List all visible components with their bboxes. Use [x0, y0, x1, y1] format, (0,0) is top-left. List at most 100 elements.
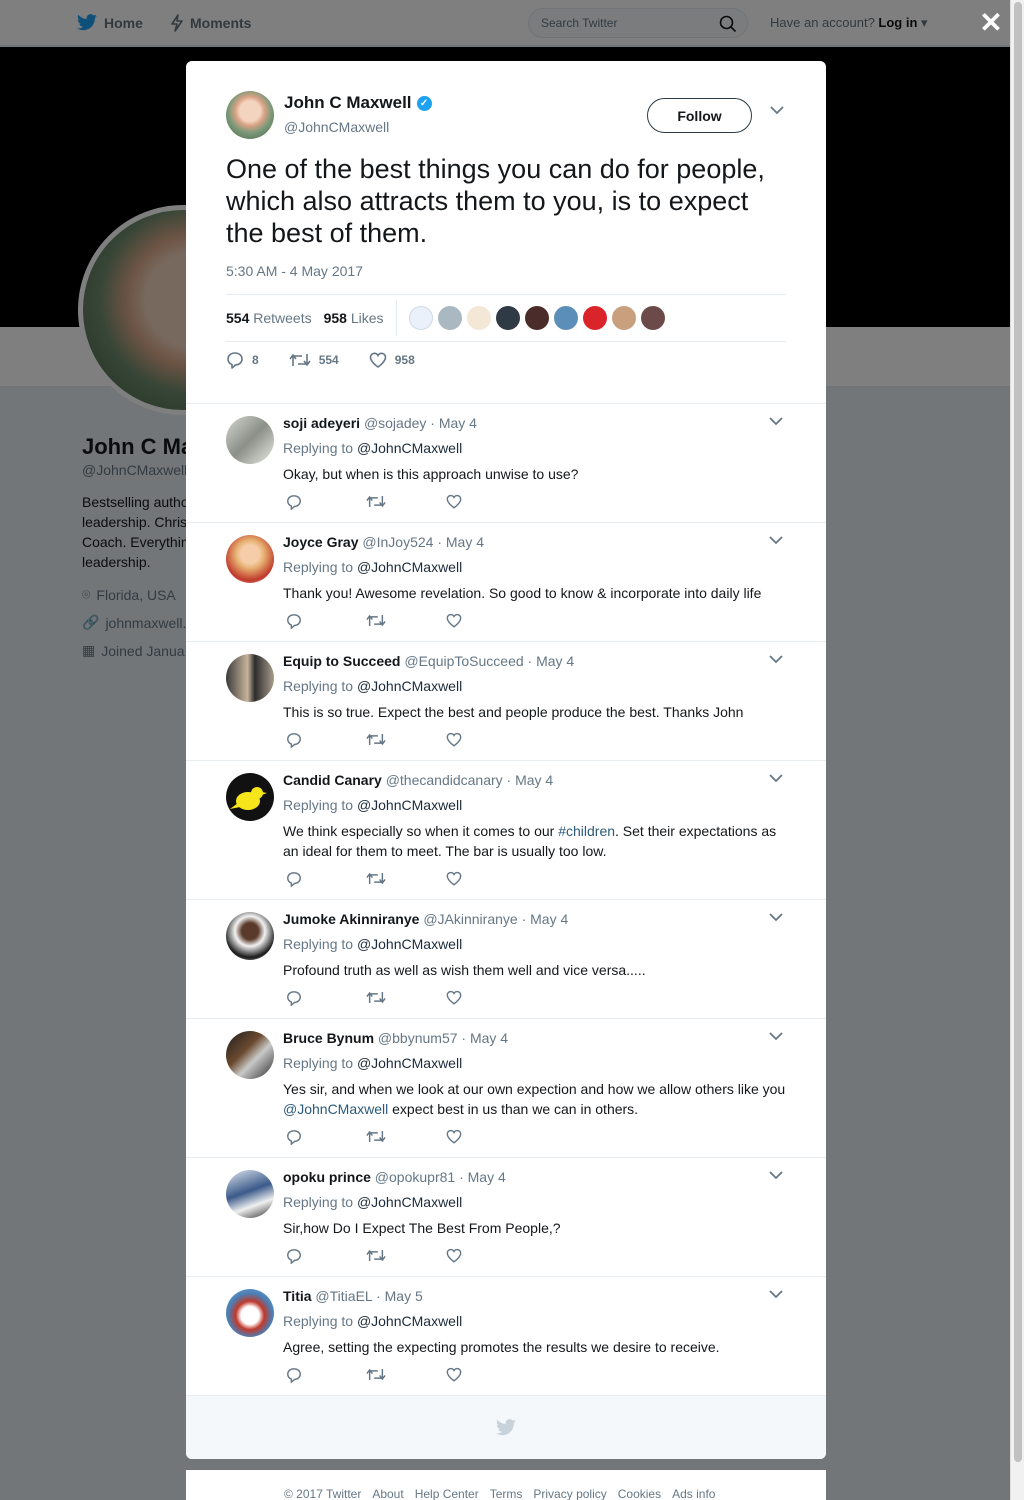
footer-link-terms[interactable]: Terms [490, 1487, 523, 1500]
reply-avatar[interactable] [226, 1289, 274, 1337]
reply-avatar[interactable] [226, 535, 274, 583]
scrollbar[interactable] [1010, 0, 1024, 1500]
chevron-down-icon[interactable] [769, 416, 785, 432]
reply-author-name[interactable]: Equip to Succeed [283, 653, 400, 669]
replying-to-handle[interactable]: @JohnCMaxwell [357, 440, 462, 456]
reply-icon[interactable] [286, 494, 366, 510]
footer-link-cookies[interactable]: Cookies [618, 1487, 661, 1500]
scrollbar-thumb[interactable] [1014, 2, 1022, 1462]
replying-to-handle[interactable]: @JohnCMaxwell [357, 559, 462, 575]
footer-link-ads[interactable]: Ads info [672, 1487, 715, 1500]
likes-stat[interactable]: 958 Likes [324, 310, 384, 326]
follow-button[interactable]: Follow [647, 98, 752, 133]
reply-icon[interactable] [286, 1129, 366, 1145]
like-button[interactable]: 958 [369, 351, 415, 369]
reply-icon[interactable] [286, 1367, 366, 1383]
replying-to-handle[interactable]: @JohnCMaxwell [357, 1313, 462, 1329]
reply-avatar[interactable] [226, 654, 274, 702]
heart-icon[interactable] [446, 1367, 526, 1383]
replying-to-handle[interactable]: @JohnCMaxwell [357, 797, 462, 813]
retweets-stat[interactable]: 554 Retweets [226, 310, 312, 326]
reply-item[interactable]: Jumoke Akinniranye @JAkinniranye · May 4… [186, 900, 826, 1019]
reply-avatar[interactable] [226, 773, 274, 821]
replying-to-handle[interactable]: @JohnCMaxwell [357, 678, 462, 694]
reply-date[interactable]: · May 4 [437, 534, 484, 550]
reply-item[interactable]: Candid Canary @thecandidcanary · May 4 R… [186, 761, 826, 900]
reply-button[interactable]: 8 [226, 351, 259, 369]
footer-link-about[interactable]: About [372, 1487, 403, 1500]
mention-link[interactable]: @JohnCMaxwell [283, 1101, 388, 1117]
reply-icon[interactable] [286, 1248, 366, 1264]
reply-author-name[interactable]: Joyce Gray [283, 534, 359, 550]
author-name[interactable]: John C Maxwell ✓ [284, 93, 432, 113]
retweet-icon[interactable] [366, 494, 446, 510]
reply-item[interactable]: Bruce Bynum @bbynum57 · May 4 Replying t… [186, 1019, 826, 1158]
reply-date[interactable]: · May 4 [430, 415, 477, 431]
heart-icon[interactable] [446, 990, 526, 1006]
reply-author-handle[interactable]: @bbynum57 [378, 1030, 458, 1046]
author-name-text[interactable]: John C Maxwell [284, 93, 412, 113]
close-icon[interactable]: ✕ [976, 8, 1006, 38]
reply-item[interactable]: Equip to Succeed @EquipToSucceed · May 4… [186, 642, 826, 761]
reply-author-handle[interactable]: @InJoy524 [362, 534, 433, 550]
retweet-icon[interactable] [366, 1367, 446, 1383]
author-avatar[interactable] [226, 91, 274, 139]
reply-date[interactable]: · May 4 [528, 653, 575, 669]
reply-item[interactable]: Titia @TitiaEL · May 5 Replying to @John… [186, 1277, 826, 1396]
liker-avatar[interactable] [640, 306, 665, 330]
retweet-icon[interactable] [366, 1129, 446, 1145]
reply-item[interactable]: opoku prince @opokupr81 · May 4 Replying… [186, 1158, 826, 1277]
replying-to-handle[interactable]: @JohnCMaxwell [357, 936, 462, 952]
reply-author-handle[interactable]: @EquipToSucceed [404, 653, 523, 669]
liker-avatar[interactable] [582, 306, 607, 330]
liker-avatar[interactable] [524, 306, 549, 330]
retweet-icon[interactable] [366, 1248, 446, 1264]
hashtag-link[interactable]: #children [558, 823, 615, 839]
reply-icon[interactable] [286, 871, 366, 887]
liker-avatar[interactable] [437, 306, 462, 330]
reply-author-name[interactable]: Candid Canary [283, 772, 382, 788]
reply-icon[interactable] [286, 732, 366, 748]
liker-avatar[interactable] [495, 306, 520, 330]
liker-avatar[interactable] [611, 306, 636, 330]
liker-avatar[interactable] [408, 306, 433, 330]
chevron-down-icon[interactable] [769, 1170, 785, 1186]
replying-to-handle[interactable]: @JohnCMaxwell [357, 1055, 462, 1071]
reply-author-name[interactable]: soji adeyeri [283, 415, 360, 431]
author-handle[interactable]: @JohnCMaxwell [284, 119, 389, 135]
chevron-down-icon[interactable] [770, 105, 786, 121]
heart-icon[interactable] [446, 494, 526, 510]
chevron-down-icon[interactable] [769, 912, 785, 928]
heart-icon[interactable] [446, 613, 526, 629]
reply-avatar[interactable] [226, 416, 274, 464]
liker-avatar[interactable] [553, 306, 578, 330]
chevron-down-icon[interactable] [769, 535, 785, 551]
reply-author-handle[interactable]: @sojadey [364, 415, 426, 431]
tweet-timestamp[interactable]: 5:30 AM - 4 May 2017 [226, 263, 363, 279]
reply-author-name[interactable]: Bruce Bynum [283, 1030, 374, 1046]
heart-icon[interactable] [446, 1248, 526, 1264]
retweet-icon[interactable] [366, 990, 446, 1006]
reply-date[interactable]: · May 4 [461, 1030, 508, 1046]
reply-author-name[interactable]: Jumoke Akinniranye [283, 911, 419, 927]
replying-to-handle[interactable]: @JohnCMaxwell [357, 1194, 462, 1210]
reply-date[interactable]: · May 4 [459, 1169, 506, 1185]
reply-avatar[interactable] [226, 1031, 274, 1079]
reply-date[interactable]: · May 4 [522, 911, 569, 927]
retweet-icon[interactable] [366, 871, 446, 887]
chevron-down-icon[interactable] [769, 773, 785, 789]
reply-date[interactable]: · May 5 [376, 1288, 423, 1304]
chevron-down-icon[interactable] [769, 654, 785, 670]
heart-icon[interactable] [446, 871, 526, 887]
footer-link-help[interactable]: Help Center [415, 1487, 479, 1500]
reply-author-handle[interactable]: @JAkinniranye [423, 911, 517, 927]
reply-author-name[interactable]: Titia [283, 1288, 312, 1304]
footer-link-privacy[interactable]: Privacy policy [533, 1487, 606, 1500]
reply-author-handle[interactable]: @opokupr81 [375, 1169, 455, 1185]
reply-item[interactable]: soji adeyeri @sojadey · May 4 Replying t… [186, 404, 826, 523]
reply-author-handle[interactable]: @TitiaEL [315, 1288, 372, 1304]
reply-item[interactable]: Joyce Gray @InJoy524 · May 4 Replying to… [186, 523, 826, 642]
chevron-down-icon[interactable] [769, 1031, 785, 1047]
reply-icon[interactable] [286, 990, 366, 1006]
retweet-button[interactable]: 554 [289, 351, 339, 369]
